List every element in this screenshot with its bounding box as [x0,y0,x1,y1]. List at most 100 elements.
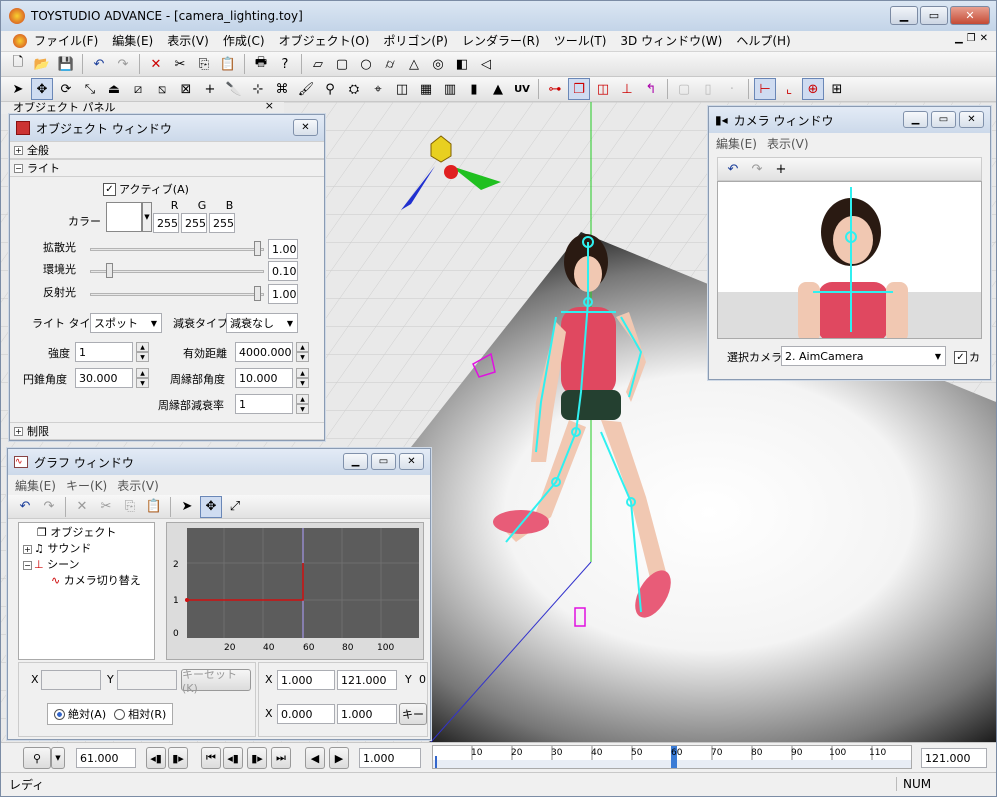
timeline-svg[interactable]: 10 20 30 40 50 60 70 80 90 100 110 [433,746,911,768]
light-icon[interactable]: ◧ [451,53,473,75]
b-input[interactable]: 255 [209,213,235,233]
tree-item-object[interactable]: ❐ オブジェクト [23,525,150,541]
graph-menu-key[interactable]: キー(K) [61,477,112,494]
section-limit[interactable]: + 制限 [10,422,324,440]
grid-icon[interactable]: ⊞ [826,78,848,100]
cut-icon[interactable]: ✂ [169,53,191,75]
shade-icon[interactable]: ▮ [463,78,485,100]
step-forward-button[interactable]: ▮▸ [247,747,267,769]
row2-key-button[interactable]: キー [399,703,427,725]
graph-minimize-button[interactable]: ▁ [343,453,368,470]
key-tool-dropdown[interactable]: ▼ [51,747,65,769]
ambient-slider[interactable] [90,261,264,281]
move-icon[interactable]: ✥ [31,78,53,100]
camera-maximize-button[interactable]: ▭ [931,111,956,128]
paste-icon[interactable]: 📋 [143,496,165,518]
decay-type-select[interactable]: 減衰なし ▼ [226,313,298,333]
edge-decay-input[interactable]: 1 [235,394,293,414]
circle-icon[interactable]: ○ [355,53,377,75]
help-icon[interactable]: ? [274,53,296,75]
camera-select[interactable]: 2. AimCamera ▼ [781,346,946,366]
diffuse-value[interactable]: 1.00 [268,239,298,259]
texture-icon[interactable]: ▦ [415,78,437,100]
spotlight-icon[interactable]: ◁ [475,53,497,75]
maximize-button[interactable]: ▭ [920,6,948,25]
graph-menu-edit[interactable]: 編集(E) [10,477,61,494]
doc-close-button[interactable]: ✕ [980,33,988,44]
material-icon[interactable]: ▲ [487,78,509,100]
move-icon[interactable]: ✥ [200,495,222,518]
color-swatch-button[interactable] [106,202,142,232]
box-icon[interactable]: ▢ [331,53,353,75]
cone-icon[interactable]: △ [403,53,425,75]
morph-icon[interactable]: ⌖ [367,78,389,100]
camera-checkbox[interactable]: ✓ [954,350,967,364]
specular-thumb[interactable] [254,286,261,301]
hierarchy-icon[interactable]: ⊶ [544,78,566,100]
menu-edit[interactable]: 編集(E) [105,31,160,52]
play-button[interactable]: ▶ [329,747,349,769]
edge-input[interactable]: 10.000 [235,368,293,388]
go-end-button[interactable]: ⏭ [271,747,291,769]
redo-icon[interactable]: ↷ [746,158,768,180]
edge-decay-spinner[interactable]: ▲ ▼ [296,394,309,414]
go-start-button[interactable]: ⏮ [201,747,221,769]
close-button[interactable]: ✕ [950,6,990,25]
step-back-button[interactable]: ◂▮ [223,747,243,769]
ambient-thumb[interactable] [106,263,114,278]
abs-radio[interactable] [54,708,65,720]
torus-icon[interactable]: ◎ [427,53,449,75]
gradient-icon[interactable]: ▥ [439,78,461,100]
row1-y-input[interactable]: 121.000 [337,670,397,690]
object-panel-close-icon[interactable]: × [265,102,274,112]
tree-item-sound[interactable]: + ♫ サウンド [23,541,150,557]
key-set-button[interactable]: キーセット(K) [181,668,251,695]
camera-preview[interactable] [717,181,982,339]
snap-z-icon[interactable]: ⊕ [802,78,824,100]
range-spinner[interactable]: ▲ ▼ [296,342,309,362]
speed-input[interactable]: 1.000 [359,748,421,768]
paste-icon[interactable]: 📋 [217,53,239,75]
crosshair-icon[interactable]: + [770,158,792,180]
cylinder-icon[interactable]: ⌭ [379,53,401,75]
cone-spinner[interactable]: ▲ ▼ [136,368,149,388]
cone-input[interactable]: 30.000 [75,368,133,388]
specular-value[interactable]: 1.00 [268,284,298,304]
undo-icon[interactable]: ↶ [88,53,110,75]
skin-icon[interactable]: ⛭ [343,78,365,100]
camera-close-button[interactable]: ✕ [959,111,984,128]
rel-radio[interactable] [114,708,126,720]
menu-3d-window[interactable]: 3D ウィンドウ(W) [613,31,729,52]
doc-minimize-button[interactable]: ▁ [955,33,963,44]
specular-slider[interactable] [90,284,264,304]
tree-item-camera-switch[interactable]: ∿ カメラ切り替え [23,573,150,589]
undo-icon[interactable]: ↶ [722,158,744,180]
delete-icon[interactable]: ✕ [145,53,167,75]
row2-x-input[interactable]: 0.000 [277,704,335,724]
camera-menu-view[interactable]: 表示(V) [762,135,814,152]
undo-icon[interactable]: ↶ [14,496,36,518]
menu-file[interactable]: ファイル(F) [27,31,105,52]
plane-icon[interactable]: ▱ [307,53,329,75]
color-dropdown-arrow[interactable]: ▼ [142,202,152,232]
graph-plot[interactable]: 2 1 0 20 40 60 80 100 [166,522,424,660]
face-mode-icon[interactable]: ◫ [592,78,614,100]
camera-minimize-button[interactable]: ▁ [903,111,928,128]
open-icon[interactable]: 📂 [31,53,53,75]
doc-icon[interactable] [13,34,27,48]
graph-svg[interactable]: 2 1 0 20 40 60 80 100 [167,523,423,659]
bone-icon[interactable]: ⚲ [319,78,341,100]
object-mode-icon[interactable]: ❐ [568,78,590,100]
timeline-ruler[interactable]: 10 20 30 40 50 60 70 80 90 100 110 [432,745,912,769]
g-input[interactable]: 255 [181,213,207,233]
current-frame-input[interactable]: 61.000 [76,748,136,768]
scale-icon[interactable]: ⤡ [79,78,101,100]
link-icon[interactable]: ↰ [640,78,662,100]
save-icon[interactable]: 💾 [55,53,77,75]
menu-create[interactable]: 作成(C) [216,31,272,52]
range-input[interactable]: 4000.000 [235,342,293,362]
next-key-button[interactable]: ▮▸ [168,747,188,769]
menu-polygon[interactable]: ポリゴン(P) [376,31,455,52]
split-icon[interactable]: ⧅ [151,78,173,100]
menu-help[interactable]: ヘルプ(H) [729,31,797,52]
